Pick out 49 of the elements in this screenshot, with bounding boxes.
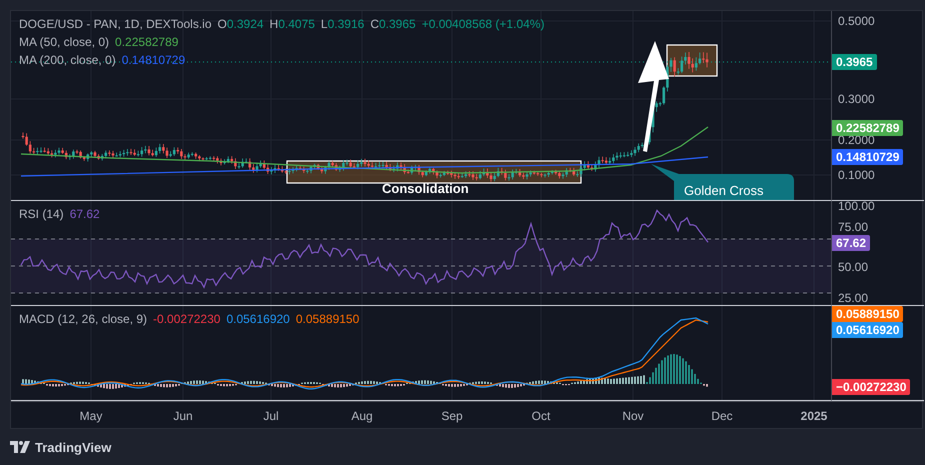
ohlc-value: 0.3916 bbox=[328, 17, 364, 31]
callout-label: Golden Cross bbox=[684, 183, 764, 198]
brand-name: TradingView bbox=[35, 440, 112, 454]
logo-icon bbox=[10, 441, 30, 453]
indicator-value: -0.00272230 bbox=[153, 311, 220, 328]
indicator-value: 0.05889150 bbox=[296, 311, 360, 328]
ohlc-value: 0.3965 bbox=[378, 17, 416, 31]
ohlc-label: O bbox=[218, 17, 227, 31]
time-axis-label: Sep bbox=[441, 409, 463, 423]
time-axis-label: 2025 bbox=[800, 409, 828, 423]
price-tag: 0.22582789 bbox=[832, 120, 904, 136]
ohlc-label: L bbox=[320, 17, 328, 31]
rsi-tag: 67.62 bbox=[832, 235, 870, 251]
time-axis-label: May bbox=[80, 409, 102, 423]
axis-tick-label: 100.00 bbox=[838, 201, 875, 212]
annotation-label: Consolidation bbox=[382, 181, 469, 196]
time-axis-label: Jun bbox=[173, 409, 193, 423]
axis-tick-label: 0.2000 bbox=[838, 134, 875, 146]
axis-tick-label: 0.1000 bbox=[838, 169, 875, 181]
ohlc-label: H bbox=[270, 17, 278, 31]
ohlc-value: 0.3924 bbox=[226, 17, 264, 31]
time-axis-label: Oct bbox=[532, 409, 550, 423]
time-axis-label: Nov bbox=[622, 409, 644, 423]
highlight-box bbox=[666, 44, 718, 77]
axis-tick-label: 75.00 bbox=[838, 221, 868, 233]
macd-tag: 0.05889150 bbox=[832, 306, 904, 322]
price-change: +0.00408568 (+1.04%) bbox=[422, 16, 544, 33]
indicator-value: 0.05616920 bbox=[226, 311, 290, 328]
axis-tick-label: 0.5000 bbox=[838, 15, 875, 27]
indicator-value: 0.22582789 bbox=[115, 34, 178, 51]
indicator-label: MA (200, close, 0) bbox=[19, 52, 116, 69]
indicator-label: MACD (12, 26, close, 9) bbox=[19, 311, 148, 328]
macd-tag: 0.05616920 bbox=[832, 322, 904, 338]
axis-tick-label: 25.00 bbox=[838, 292, 868, 304]
ohlc-label: C bbox=[370, 17, 379, 31]
macd-tag: −0.00272230 bbox=[832, 379, 910, 395]
time-axis-label: Dec bbox=[711, 409, 733, 423]
time-axis-label: Jul bbox=[263, 409, 279, 423]
symbol-title: DOGE/USD - PAN, 1D, DEXTools.io bbox=[19, 16, 212, 33]
axis-tick-label: 50.00 bbox=[838, 261, 868, 273]
indicator-value: 0.14810729 bbox=[122, 52, 186, 69]
price-tag: 0.3965 bbox=[832, 54, 877, 70]
indicator-label: RSI (14) bbox=[19, 206, 64, 223]
indicator-value: 67.62 bbox=[70, 206, 100, 223]
price-tag: 0.14810729 bbox=[832, 149, 904, 165]
indicator-label: MA (50, close, 0) bbox=[19, 34, 110, 51]
axis-tick-label: 0.3000 bbox=[838, 93, 875, 105]
ohlc-value: 0.4075 bbox=[278, 17, 315, 31]
time-axis-label: Aug bbox=[351, 409, 373, 423]
